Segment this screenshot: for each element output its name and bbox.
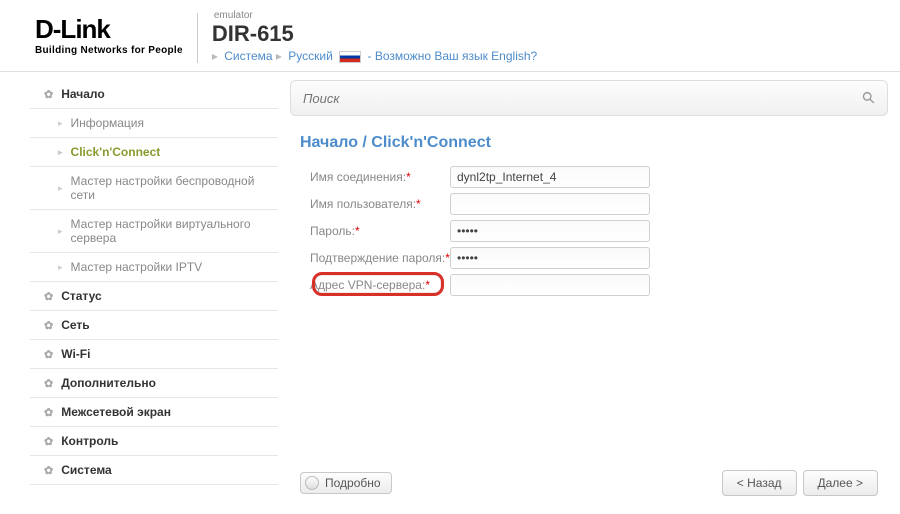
- search-icon[interactable]: ⚲: [858, 87, 880, 109]
- sidebar-item-firewall[interactable]: ✿Межсетевой экран: [30, 398, 278, 427]
- detail-label: Подробно: [325, 476, 381, 490]
- logo-text: D-Link: [35, 14, 183, 45]
- header-divider: [197, 13, 198, 63]
- language-hint[interactable]: - Возможно Ваш язык English?: [368, 49, 538, 63]
- sidebar-item-control[interactable]: ✿Контроль: [30, 427, 278, 456]
- gear-icon: ✿: [44, 406, 53, 419]
- page-title: Начало / Click'n'Connect: [300, 134, 888, 152]
- crumb-language[interactable]: Русский: [288, 49, 333, 63]
- sidebar-item-wifi[interactable]: ✿Wi-Fi: [30, 340, 278, 369]
- row-password-confirm: Подтверждение пароля:*: [310, 247, 888, 269]
- sidebar-item-info[interactable]: ▸Информация: [30, 109, 278, 138]
- main-content: ⚲ Начало / Click'n'Connect Имя соединени…: [290, 80, 888, 485]
- logo: D-Link Building Networks for People: [35, 8, 183, 56]
- gear-icon: ✿: [44, 88, 53, 101]
- required-icon: *: [425, 278, 430, 292]
- search-input[interactable]: [303, 91, 863, 106]
- password-input[interactable]: [450, 220, 650, 242]
- header: D-Link Building Networks for People emul…: [0, 0, 900, 72]
- search-bar: ⚲: [290, 80, 888, 116]
- username-input[interactable]: [450, 193, 650, 215]
- label-vpn-server: Адрес VPN-сервера:: [310, 278, 425, 292]
- model-name: DIR-615: [212, 21, 537, 47]
- flag-ru-icon[interactable]: [339, 51, 361, 63]
- sidebar-item-system[interactable]: ✿Система: [30, 456, 278, 485]
- label-username: Имя пользователя:: [310, 197, 416, 211]
- required-icon: *: [406, 170, 411, 184]
- chevron-right-icon: ▸: [58, 226, 63, 237]
- chevron-right-icon: ▸: [58, 147, 63, 158]
- conn-name-input[interactable]: [450, 166, 650, 188]
- row-password: Пароль:*: [310, 220, 888, 242]
- sidebar-item-advanced[interactable]: ✿Дополнительно: [30, 369, 278, 398]
- logo-subtitle: Building Networks for People: [35, 45, 183, 56]
- breadcrumb: ▸ Система ▸ Русский - Возможно Ваш язык …: [212, 49, 537, 63]
- sidebar-item-wifi-wizard[interactable]: ▸Мастер настройки беспроводной сети: [30, 167, 278, 210]
- chevron-right-icon: ▸: [58, 183, 63, 194]
- sidebar: ✿Начало ▸Информация ▸Click'n'Connect ▸Ма…: [30, 80, 278, 485]
- detail-toggle-button[interactable]: Подробно: [300, 472, 392, 494]
- chevron-right-icon: ▸: [58, 262, 63, 273]
- gear-icon: ✿: [44, 377, 53, 390]
- required-icon: *: [416, 197, 421, 211]
- gear-icon: ✿: [44, 319, 53, 332]
- gear-icon: ✿: [44, 435, 53, 448]
- chevron-right-icon: ▸: [276, 49, 282, 63]
- password-confirm-input[interactable]: [450, 247, 650, 269]
- footer: Подробно < Назад Далее >: [300, 470, 878, 496]
- required-icon: *: [355, 224, 360, 238]
- sidebar-item-iptv-wizard[interactable]: ▸Мастер настройки IPTV: [30, 253, 278, 282]
- gear-icon: ✿: [44, 464, 53, 477]
- next-button[interactable]: Далее >: [803, 470, 879, 496]
- chevron-right-icon: ▸: [58, 118, 63, 129]
- row-username: Имя пользователя:*: [310, 193, 888, 215]
- sidebar-item-status[interactable]: ✿Статус: [30, 282, 278, 311]
- chevron-right-icon: ▸: [212, 49, 218, 63]
- emulator-label: emulator: [214, 10, 537, 21]
- gear-icon: ✿: [44, 348, 53, 361]
- row-connection-name: Имя соединения:*: [310, 166, 888, 188]
- header-info: emulator DIR-615 ▸ Система ▸ Русский - В…: [212, 8, 537, 63]
- sidebar-item-vs-wizard[interactable]: ▸Мастер настройки виртуального сервера: [30, 210, 278, 253]
- label-password: Пароль:: [310, 224, 355, 238]
- sidebar-item-network[interactable]: ✿Сеть: [30, 311, 278, 340]
- label-conn-name: Имя соединения:: [310, 170, 406, 184]
- sidebar-item-click-connect[interactable]: ▸Click'n'Connect: [30, 138, 278, 167]
- label-password-confirm: Подтверждение пароля:: [310, 251, 445, 265]
- sidebar-item-start[interactable]: ✿Начало: [30, 80, 278, 109]
- gear-icon: ✿: [44, 290, 53, 303]
- crumb-system[interactable]: Система: [224, 49, 272, 63]
- toggle-knob-icon: [305, 476, 319, 490]
- back-button[interactable]: < Назад: [722, 470, 797, 496]
- connection-form: Имя соединения:* Имя пользователя:* Паро…: [290, 166, 888, 296]
- row-vpn-server: Адрес VPN-сервера:*: [310, 274, 888, 296]
- vpn-server-input[interactable]: [450, 274, 650, 296]
